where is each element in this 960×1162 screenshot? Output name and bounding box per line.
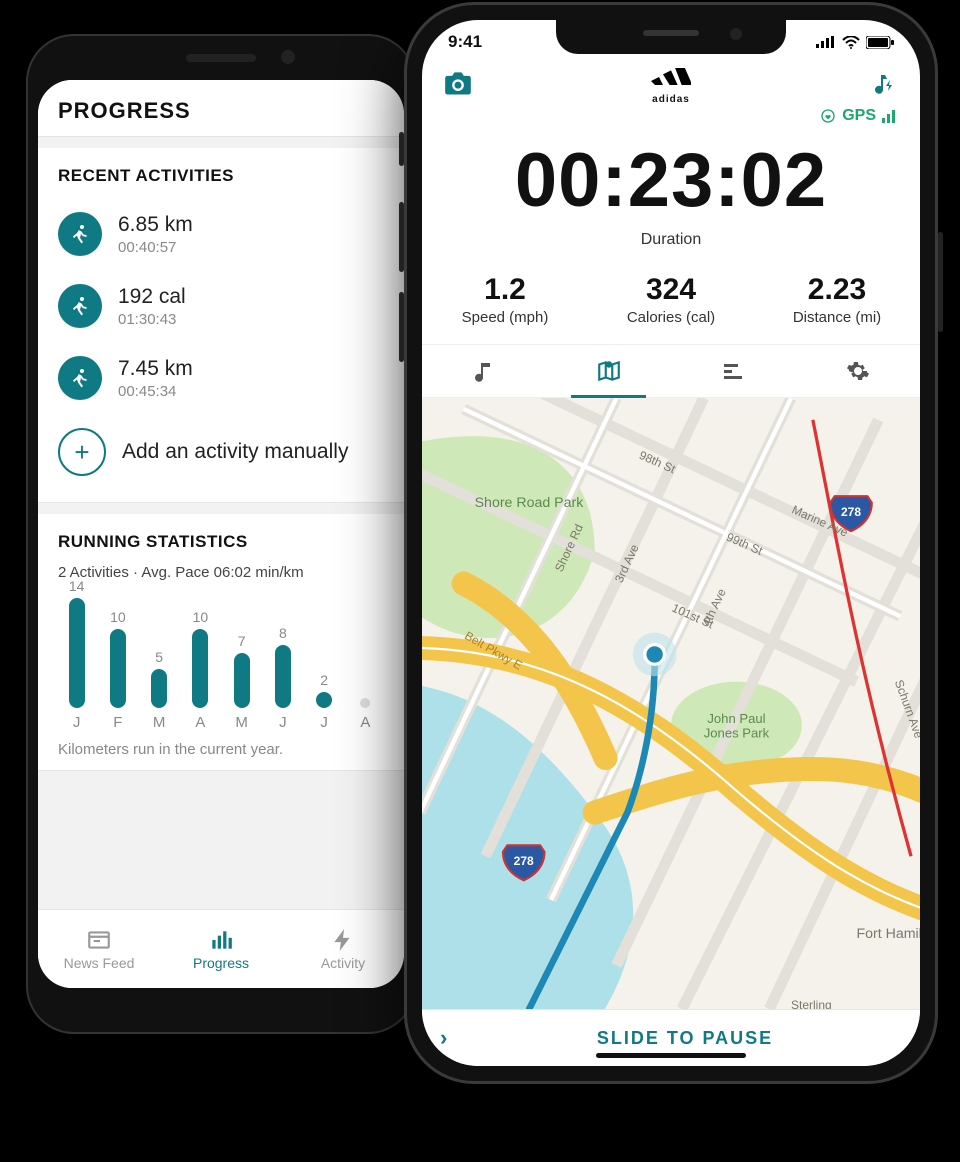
metric-speed: 1.2 Speed (mph) [422, 271, 588, 344]
runner-icon [58, 212, 102, 256]
chart-bar: A [347, 678, 384, 731]
svg-text:Shore Road Park: Shore Road Park [475, 495, 585, 511]
activity-row[interactable]: 7.45 km 00:45:34 [58, 342, 384, 414]
activity-main: 7.45 km [118, 357, 193, 381]
metric-distance: 2.23 Distance (mi) [754, 271, 920, 344]
chart-bar: 5M [141, 649, 178, 731]
recent-activities-card: RECENT ACTIVITIES 6.85 km 00:40:57 [38, 148, 404, 502]
svg-text:278: 278 [841, 505, 861, 519]
chevron-right-icon: › [440, 1025, 468, 1051]
subtab-map[interactable] [547, 345, 672, 397]
svg-text:278: 278 [514, 854, 534, 868]
chart-bar: 7M [223, 633, 260, 731]
activity-time: 01:30:43 [118, 311, 186, 328]
iphone-screen: 9:41 adidas [422, 20, 920, 1066]
mute-switch [399, 132, 404, 166]
chart-bar: 2J [306, 672, 343, 731]
side-button [938, 232, 943, 332]
tab-progress[interactable]: Progress [160, 910, 282, 988]
run-timer-label: Duration [422, 231, 920, 249]
music-note-icon [472, 359, 496, 383]
android-screen: PROGRESS RECENT ACTIVITIES 6.85 km 00:40… [38, 80, 404, 988]
map-pin-icon [596, 358, 622, 384]
plus-icon: + [58, 428, 106, 476]
chart-footnote: Kilometers run in the current year. [58, 741, 384, 758]
svg-text:Sterling: Sterling [791, 998, 832, 1009]
camera-icon[interactable] [444, 72, 472, 101]
bottom-tab-bar: News Feed Progress Activity [38, 909, 404, 988]
gear-icon [846, 359, 870, 383]
metric-calories: 324 Calories (cal) [588, 271, 754, 344]
cell-signal-icon [816, 36, 836, 48]
newsfeed-icon [85, 927, 113, 953]
run-map[interactable]: 278 278 Shore Road Park Shore Rd Belt Pk… [422, 398, 920, 1009]
svg-text:John PaulJones Park: John PaulJones Park [704, 711, 770, 740]
tab-label: News Feed [64, 955, 135, 971]
run-subtabs [422, 345, 920, 398]
battery-icon [866, 36, 894, 49]
gps-signal-icon [882, 109, 898, 123]
gps-status: GPS [422, 107, 920, 129]
volume-up-button [399, 202, 404, 272]
bolt-icon [329, 927, 357, 953]
chart-bar: 8J [264, 625, 301, 731]
subtab-splits[interactable] [671, 345, 796, 397]
iphone-frame: 9:41 adidas [404, 2, 938, 1084]
add-activity-label: Add an activity manually [122, 440, 348, 464]
activity-row[interactable]: 6.85 km 00:40:57 [58, 198, 384, 270]
run-timer: 00:23:02 [422, 143, 920, 219]
activity-main: 6.85 km [118, 213, 193, 237]
running-statistics-title: RUNNING STATISTICS [58, 532, 384, 552]
activity-time: 00:45:34 [118, 383, 193, 400]
tab-news-feed[interactable]: News Feed [38, 910, 160, 988]
status-time: 9:41 [448, 32, 482, 52]
chart-bar: 10F [99, 609, 136, 731]
tab-label: Progress [193, 955, 249, 971]
slide-label: SLIDE TO PAUSE [468, 1028, 902, 1049]
runner-icon [58, 284, 102, 328]
heart-circle-icon [820, 108, 836, 124]
add-activity-row[interactable]: + Add an activity manually [58, 414, 384, 490]
phone-front-camera [281, 50, 295, 64]
run-metrics: 1.2 Speed (mph) 324 Calories (cal) 2.23 … [422, 271, 920, 345]
recent-activities-title: RECENT ACTIVITIES [58, 166, 384, 186]
tab-label: Activity [321, 955, 365, 971]
adidas-logo: adidas [651, 68, 691, 105]
subtab-music[interactable] [422, 345, 547, 397]
progress-header: PROGRESS [38, 80, 404, 136]
wifi-icon [842, 36, 860, 49]
subtab-settings[interactable] [796, 345, 921, 397]
volume-down-button [399, 292, 404, 362]
running-statistics-card: RUNNING STATISTICS 2 Activities · Avg. P… [38, 514, 404, 770]
app-top-bar: adidas [422, 64, 920, 107]
android-phone-frame: PROGRESS RECENT ACTIVITIES 6.85 km 00:40… [26, 34, 416, 1034]
home-indicator[interactable] [596, 1053, 746, 1058]
activity-time: 00:40:57 [118, 239, 193, 256]
activity-main: 192 cal [118, 285, 186, 309]
chart-bar: 10A [182, 609, 219, 731]
progress-bars-icon [207, 927, 235, 953]
svg-text:Fort Hamilton: Fort Hamilton [856, 926, 920, 942]
page-title: PROGRESS [58, 98, 384, 124]
iphone-notch [556, 20, 786, 54]
runner-icon [58, 356, 102, 400]
activity-row[interactable]: 192 cal 01:30:43 [58, 270, 384, 342]
phone-speaker [186, 54, 256, 62]
chart-bar: 14J [58, 578, 95, 731]
tab-activity[interactable]: Activity [282, 910, 404, 988]
gps-label: GPS [842, 107, 876, 125]
statistics-summary: 2 Activities · Avg. Pace 06:02 min/km [58, 564, 384, 581]
bars-icon [721, 359, 745, 383]
km-per-month-chart: 14J10F5M10A7M8J2JA [58, 591, 384, 731]
music-bolt-icon[interactable] [870, 72, 898, 101]
